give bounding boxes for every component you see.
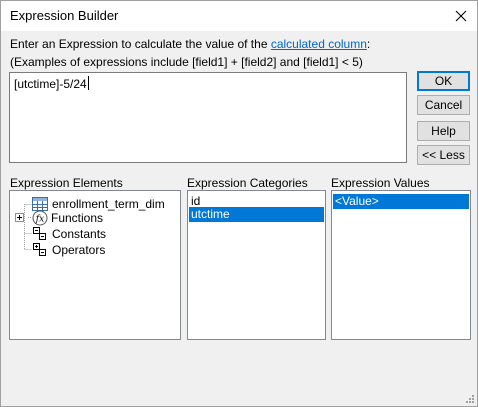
expression-values-list[interactable]: <Value>: [331, 190, 471, 340]
ok-button[interactable]: OK: [417, 71, 470, 91]
tree-item-label: Functions: [51, 211, 104, 225]
tree-item-label: Constants: [52, 227, 107, 241]
text-caret: [87, 76, 89, 90]
expression-values-label: Expression Values: [331, 176, 430, 190]
list-item-selected[interactable]: <Value>: [333, 194, 469, 209]
expression-elements-label: Expression Elements: [10, 176, 123, 190]
examples-text: (Examples of expressions include [field1…: [10, 55, 363, 69]
cancel-button[interactable]: Cancel: [417, 95, 470, 115]
tree-item-functions[interactable]: fx Functions: [15, 210, 103, 226]
operators-icon: [33, 243, 46, 256]
help-button[interactable]: Help: [417, 121, 470, 141]
table-icon: [32, 197, 48, 211]
expression-categories-label: Expression Categories: [187, 176, 308, 190]
instruction-suffix: :: [366, 37, 371, 51]
tree-item-constants[interactable]: Constants: [32, 226, 106, 242]
instruction-prefix: Enter an Expression to calculate the val…: [10, 37, 271, 51]
expression-text: [utctime]-5/24: [14, 77, 87, 91]
tree-item-label: Operators: [52, 243, 106, 257]
expression-input[interactable]: [utctime]-5/24: [9, 72, 407, 163]
calculated-column-link[interactable]: calculated column: [271, 37, 367, 51]
instruction-text: Enter an Expression to calculate the val…: [10, 37, 370, 51]
list-item-selected[interactable]: utctime: [189, 207, 324, 222]
close-icon: [455, 10, 467, 22]
less-button[interactable]: << Less: [417, 145, 470, 165]
constants-icon: [33, 227, 46, 240]
expand-icon[interactable]: [15, 213, 25, 223]
expression-elements-tree[interactable]: enrollment_term_dim fx Functions Constan…: [9, 190, 181, 340]
window-title: Expression Builder: [10, 8, 119, 23]
title-bar: Expression Builder: [1, 1, 477, 31]
tree-item-label: enrollment_term_dim: [52, 197, 165, 211]
resize-grip-icon[interactable]: [464, 393, 474, 403]
expression-categories-list[interactable]: id utctime: [187, 190, 326, 340]
svg-text:fx: fx: [35, 215, 44, 225]
expression-builder-window: Expression Builder Enter an Expression t…: [0, 0, 478, 407]
tree-item-operators[interactable]: Operators: [32, 242, 105, 258]
close-button[interactable]: [445, 1, 477, 31]
function-icon: fx: [32, 210, 48, 226]
